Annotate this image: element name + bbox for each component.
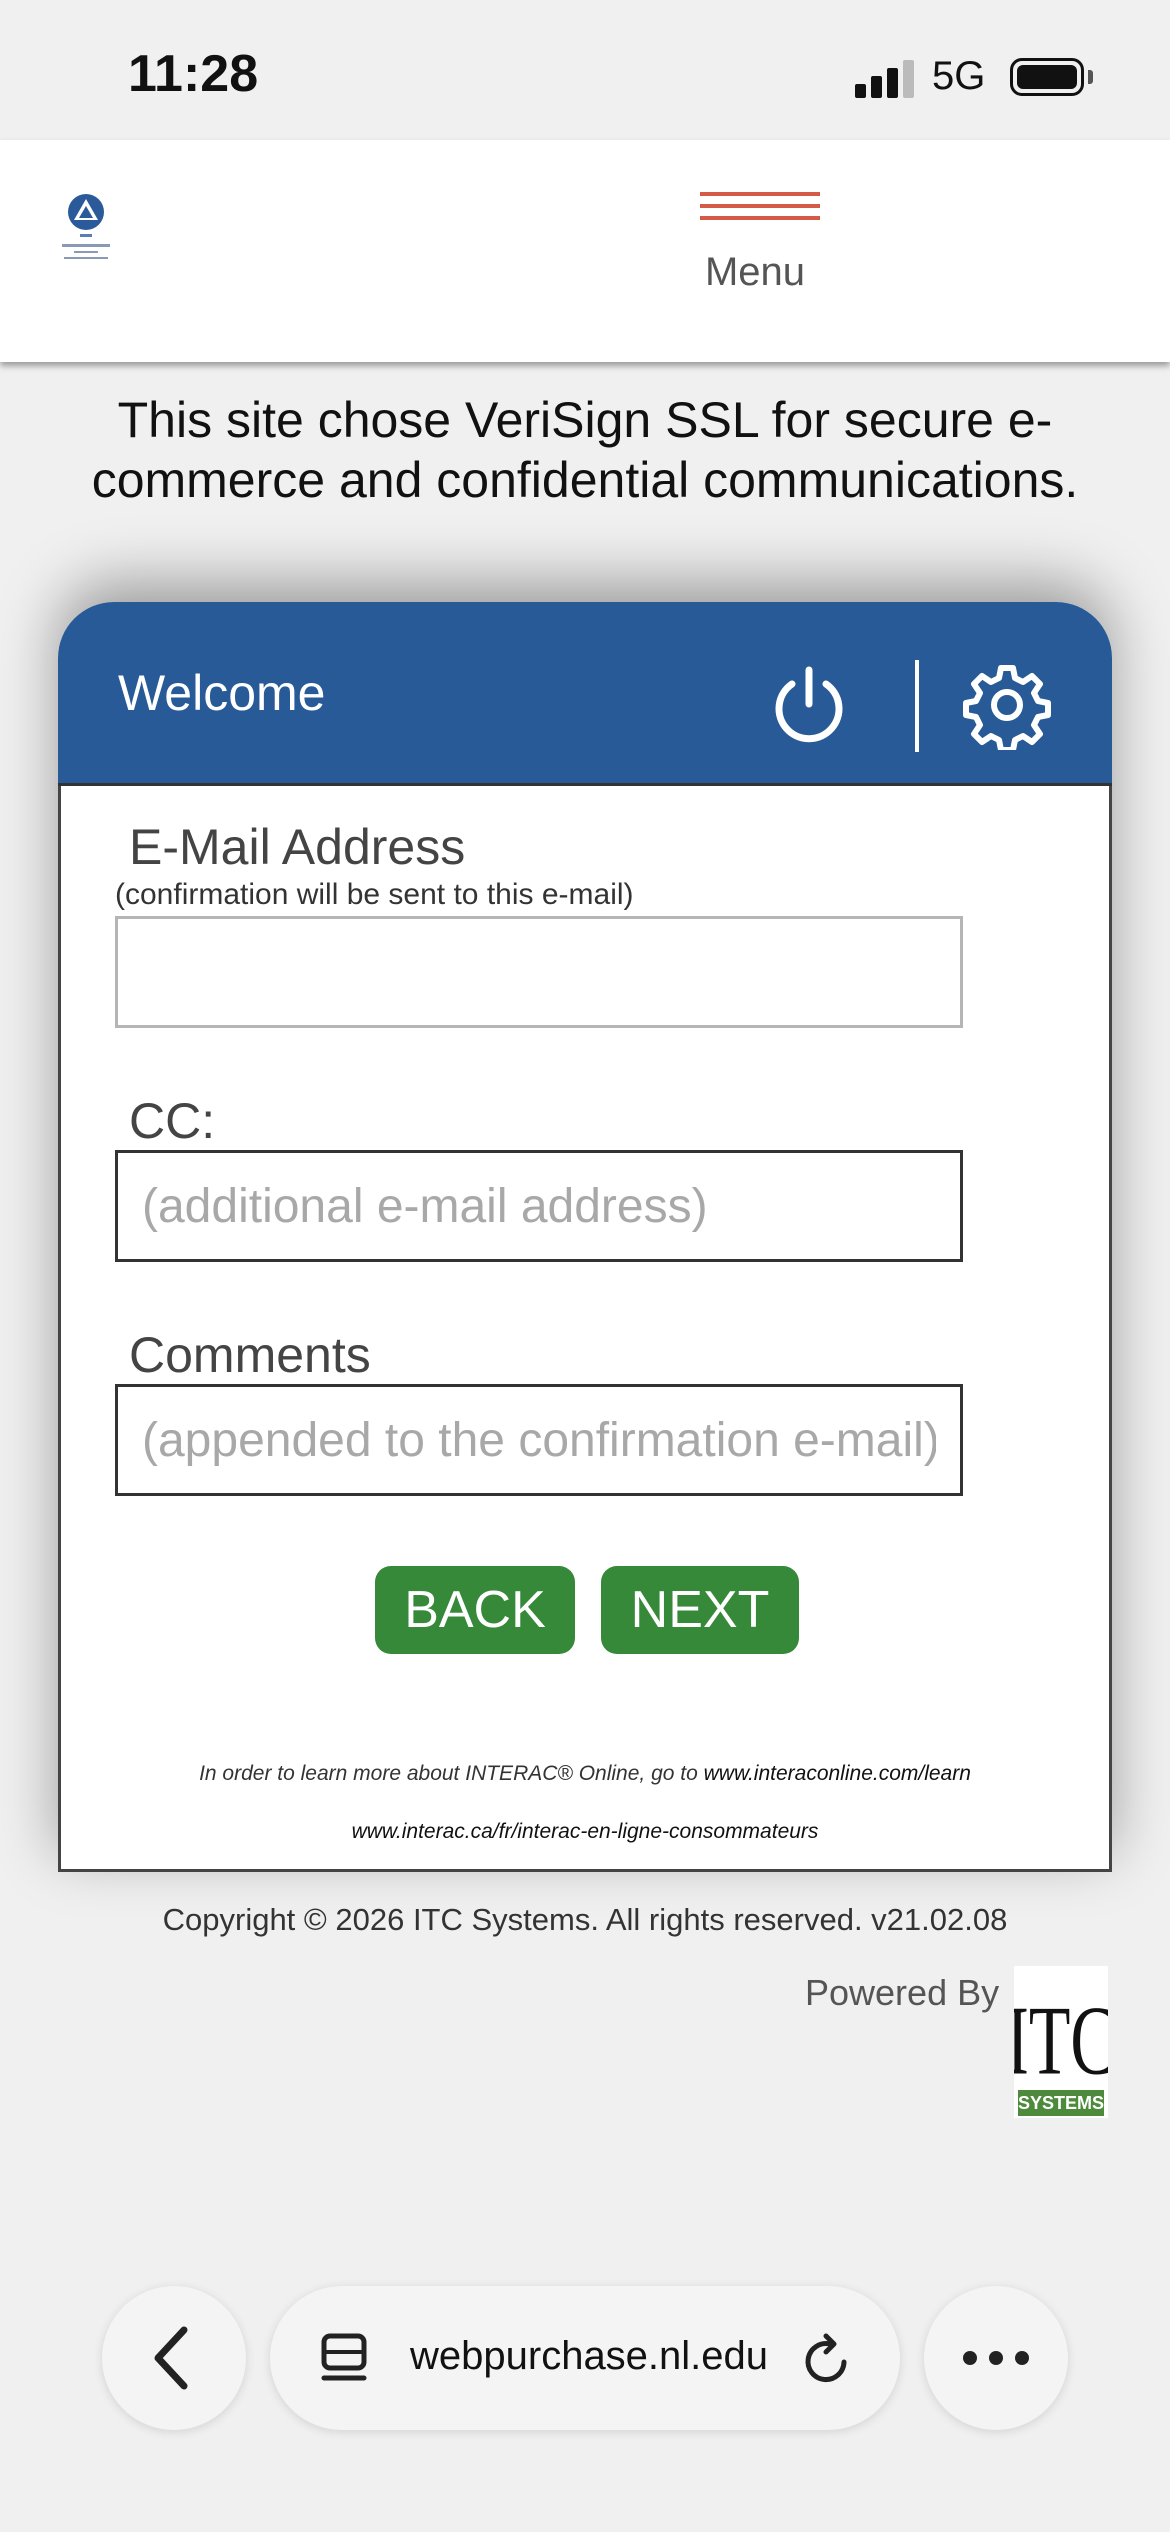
interac-info-text: In order to learn more about INTERAC® On…	[199, 1762, 704, 1785]
ellipsis-icon	[963, 2351, 1029, 2365]
card-header: Welcome	[58, 602, 1112, 786]
chevron-left-icon	[154, 2326, 188, 2390]
signal-strength-icon	[855, 58, 915, 98]
copyright-text: Copyright © 2026 ITC Systems. All rights…	[162, 1902, 1008, 1937]
site-header: Menu	[0, 140, 1170, 362]
welcome-title: Welcome	[118, 665, 326, 721]
status-time: 11:28	[128, 45, 259, 103]
interac-link-fr[interactable]: www.interac.ca/fr/interac-en-ligne-conso…	[352, 1820, 819, 1843]
card-body: E-Mail Address (confirmation will be sen…	[58, 786, 1112, 1872]
menu-button[interactable]: Menu	[690, 162, 830, 294]
itc-systems-logo: ITC SYSTEMS	[1006, 1966, 1116, 2118]
tabs-icon[interactable]	[318, 2330, 374, 2386]
status-bar: 11:28 5G	[0, 0, 1170, 140]
url-bar[interactable]: webpurchase.nl.edu	[270, 2286, 900, 2430]
email-field[interactable]	[115, 916, 963, 1028]
more-options-button[interactable]	[924, 2286, 1068, 2430]
next-button[interactable]: NEXT	[601, 1566, 799, 1654]
network-type: 5G	[932, 54, 986, 98]
interac-link-en[interactable]: www.interaconline.com/learn	[704, 1762, 971, 1785]
ssl-notice: This site chose VeriSign SSL for secure …	[91, 392, 1079, 508]
university-logo-icon[interactable]	[56, 190, 116, 270]
header-divider	[915, 660, 919, 752]
power-icon[interactable]	[764, 660, 854, 750]
email-label: E-Mail Address	[129, 819, 466, 875]
cc-label: CC:	[129, 1093, 216, 1149]
cc-field[interactable]	[115, 1150, 963, 1262]
comments-label: Comments	[129, 1327, 371, 1383]
interac-info-fr: www.interac.ca/fr/interac-en-ligne-conso…	[61, 1820, 1109, 1844]
itc-logo-sub: SYSTEMS	[1018, 2093, 1104, 2113]
powered-by-text: Powered By	[805, 1972, 1000, 2013]
battery-tip	[1088, 70, 1093, 84]
email-sublabel: (confirmation will be sent to this e-mai…	[115, 878, 634, 911]
comments-field[interactable]	[115, 1384, 963, 1496]
interac-info: In order to learn more about INTERAC® On…	[61, 1762, 1109, 1786]
back-button[interactable]: BACK	[375, 1566, 575, 1654]
browser-back-button[interactable]	[102, 2286, 246, 2430]
reload-icon[interactable]	[800, 2332, 856, 2388]
battery-icon	[1010, 58, 1084, 96]
menu-label: Menu	[704, 250, 806, 294]
gear-icon[interactable]	[962, 660, 1052, 753]
itc-logo-letters: ITC	[1014, 1987, 1108, 2095]
checkout-card: Welcome E-Mail Address (confirmation wil…	[58, 602, 1112, 1872]
url-text: webpurchase.nl.edu	[410, 2334, 769, 2378]
